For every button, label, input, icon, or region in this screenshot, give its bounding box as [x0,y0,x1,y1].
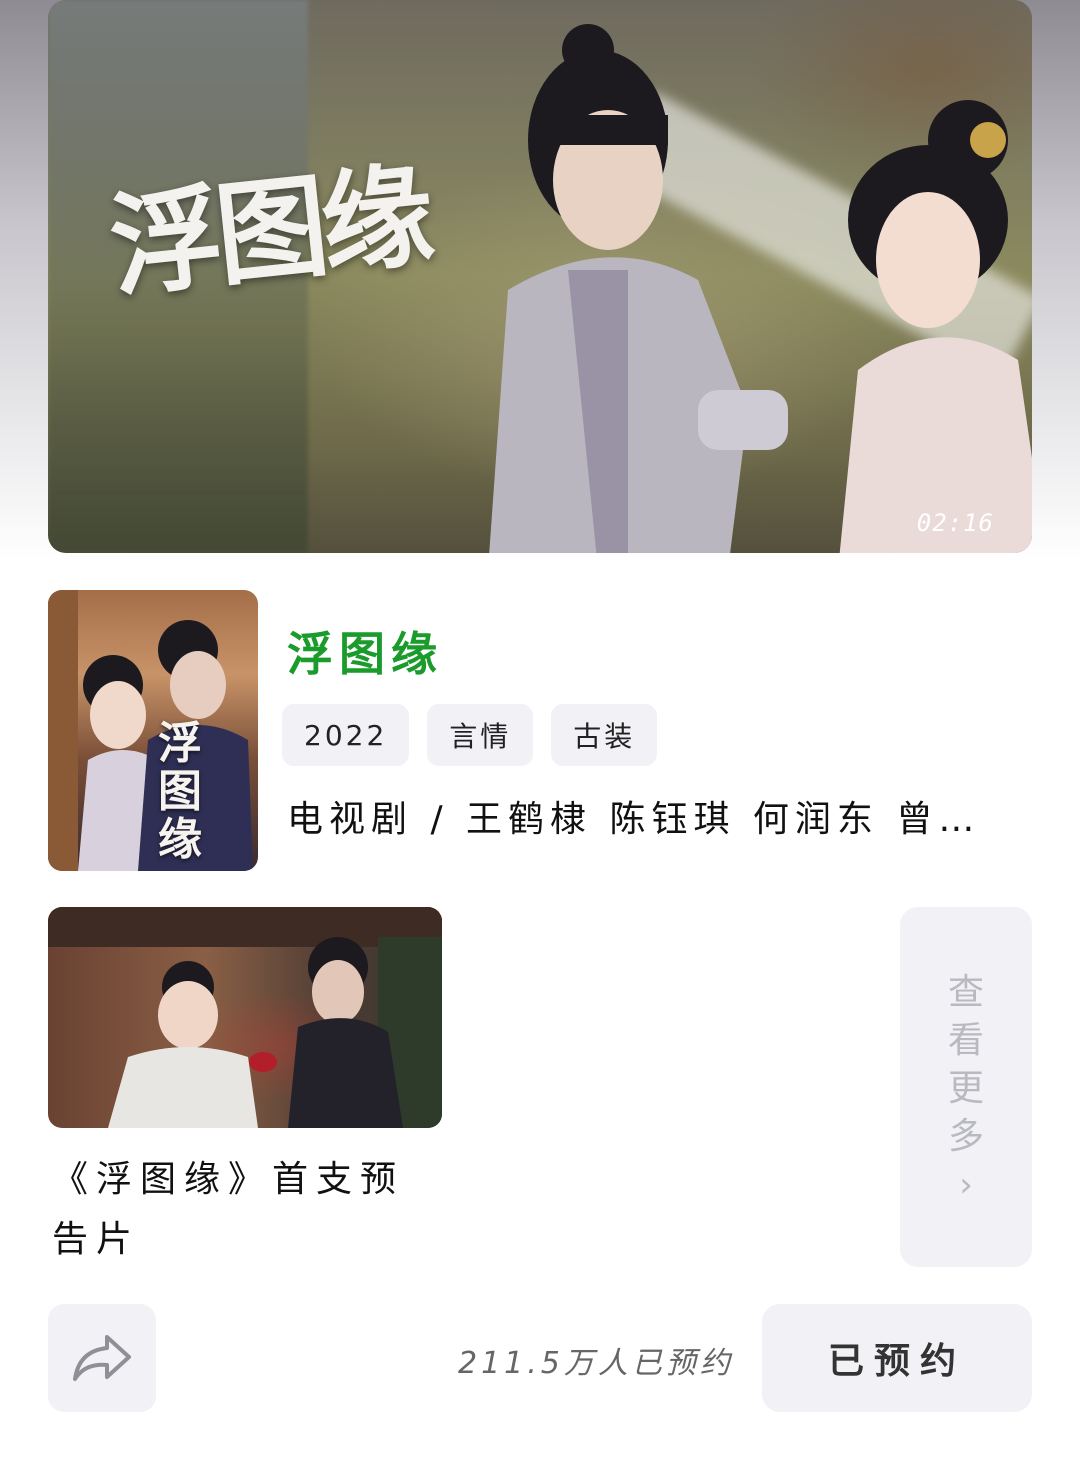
poster-title-art: 浮图缘 [158,718,202,865]
show-poster[interactable]: 浮图缘 [48,590,258,871]
see-more-label: 查看更多 [947,972,984,1157]
chevron-right-icon: › [959,1165,973,1205]
trailer-thumbnail[interactable] [48,907,442,1128]
tag-genre-costume[interactable]: 古装 [551,704,658,766]
show-meta-cast: 电视剧 / 王鹤棣 陈钰琪 何润东 曾… [287,799,981,840]
hero-video-player[interactable]: 浮图缘 02:16 [48,0,1032,553]
show-tags: 2022 言情 古装 [282,704,658,766]
show-title[interactable]: 浮图缘 [287,618,443,684]
tag-genre-romance[interactable]: 言情 [427,704,534,766]
see-more-button[interactable]: 查看更多 › [900,907,1032,1267]
reservation-count: 211.5万人已预约 [458,1346,734,1381]
reserved-button[interactable]: 已预约 [762,1304,1032,1412]
hero-figure-woman [839,100,1032,553]
share-icon [73,1335,131,1381]
trailer-title[interactable]: 《浮图缘》首支预告片 [52,1150,432,1270]
tag-year[interactable]: 2022 [282,704,410,766]
share-button[interactable] [48,1304,156,1412]
hero-figure-man [489,24,788,553]
trailer-scene [48,907,442,1128]
video-duration: 02:16 [916,509,994,537]
